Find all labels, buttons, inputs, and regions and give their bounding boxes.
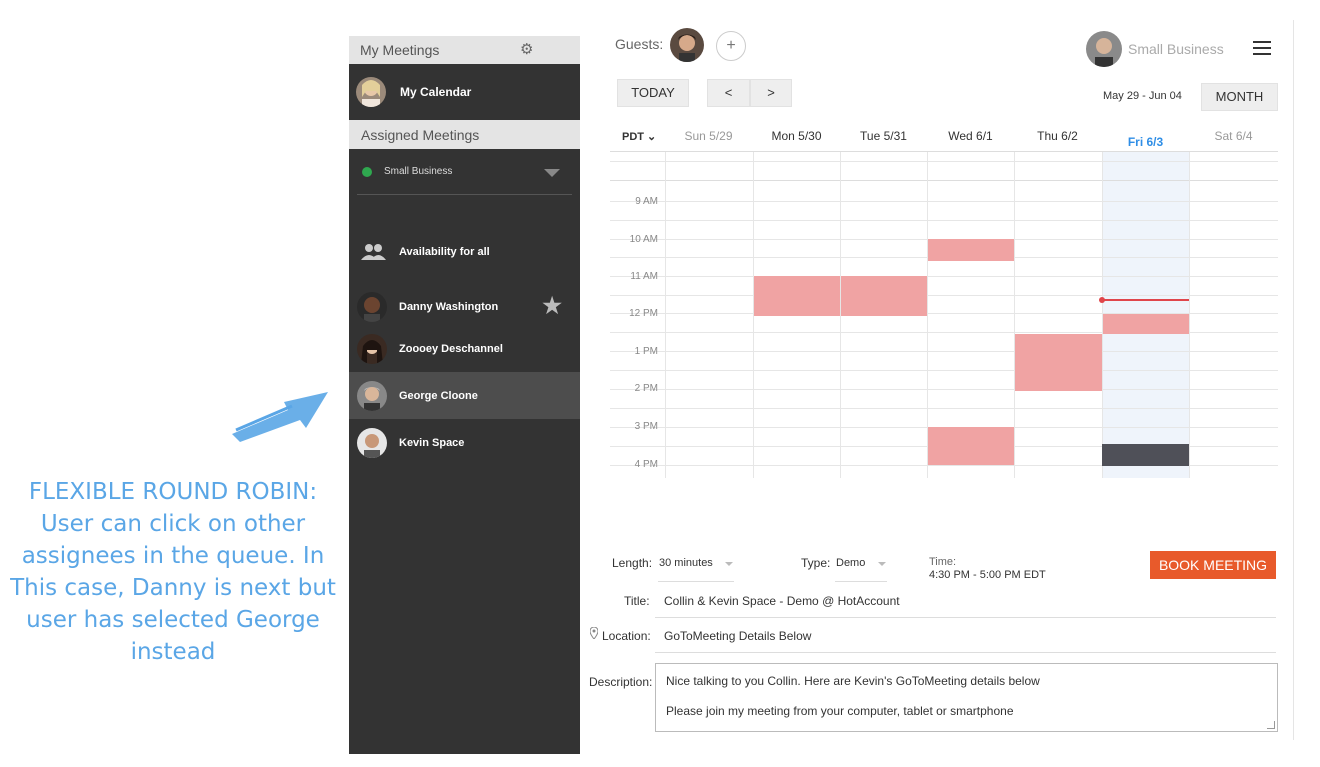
busy-block[interactable] (928, 427, 1014, 465)
busy-block[interactable] (1103, 314, 1189, 334)
description-line: Please join my meeting from your compute… (666, 704, 1014, 718)
time-label: Time: (929, 556, 957, 568)
add-guest-button[interactable]: + (716, 31, 746, 61)
day-header[interactable]: Thu 6/2 (1014, 129, 1101, 143)
location-pin-icon (590, 627, 598, 639)
day-header-row: PDT ⌄ Sun 5/29 Mon 5/30 Tue 5/31 Wed 6/1… (610, 120, 1278, 152)
month-button[interactable]: MONTH (1201, 83, 1278, 111)
today-button[interactable]: TODAY (617, 79, 689, 107)
chevron-down-icon (725, 562, 733, 566)
time-label: 12 PM (629, 308, 658, 319)
type-label: Type: (801, 556, 831, 570)
sidebar-item-availability[interactable]: Availability for all (349, 232, 580, 272)
length-select[interactable]: 30 minutes (659, 557, 713, 569)
day-header[interactable]: Sun 5/29 (665, 129, 752, 143)
day-header[interactable]: Mon 5/30 (753, 129, 840, 143)
guests-label: Guests: (615, 36, 664, 52)
status-dot (362, 166, 372, 177)
business-select-label: Small Business (384, 166, 453, 177)
star-icon[interactable]: ★ (542, 295, 562, 317)
timezone-select[interactable]: PDT ⌄ (622, 130, 656, 143)
menu-icon[interactable] (1253, 41, 1271, 55)
assigned-meetings-header: Assigned Meetings (349, 120, 580, 149)
chevron-down-icon (878, 562, 886, 566)
avatar (356, 77, 386, 107)
sidebar-item-george-cloone[interactable]: George Cloone (349, 372, 580, 419)
divider (1293, 20, 1294, 740)
calendar-grid[interactable]: 9 AM 10 AM 11 AM 12 PM 1 PM 2 PM 3 PM 4 … (610, 152, 1278, 478)
sidebar-item-label: George Cloone (399, 389, 478, 402)
gear-icon[interactable]: ⚙ (520, 42, 536, 58)
time-label: 4 PM (634, 459, 658, 470)
current-time-dot (1099, 297, 1105, 303)
time-value: 4:30 PM - 5:00 PM EDT (929, 569, 1046, 581)
account-name[interactable]: Small Business (1128, 41, 1224, 57)
title-label: Title: (624, 594, 650, 608)
day-header[interactable]: Tue 5/31 (840, 129, 927, 143)
sidebar-item-zoooey-deschannel[interactable]: Zoooey Deschannel (349, 326, 580, 372)
time-label: 10 AM (629, 234, 658, 245)
location-input[interactable]: GoToMeeting Details Below (664, 629, 811, 643)
sidebar-header: My Meetings ⚙ (349, 36, 580, 64)
busy-block[interactable] (841, 276, 927, 316)
sidebar-item-label: Availability for all (399, 246, 490, 258)
time-label: 2 PM (634, 383, 658, 394)
annotation-text: FLEXIBLE ROUND ROBIN: User can click on … (10, 479, 336, 665)
type-select[interactable]: Demo (836, 557, 865, 569)
date-range: May 29 - Jun 04 (1103, 90, 1182, 102)
description-line: Nice talking to you Collin. Here are Kev… (666, 674, 1040, 688)
time-label: 1 PM (634, 346, 658, 357)
guest-avatar[interactable] (670, 28, 704, 62)
business-select[interactable]: Small Business (357, 149, 572, 195)
title-input[interactable]: Collin & Kevin Space - Demo @ HotAccount (664, 594, 900, 608)
avatar[interactable] (1086, 31, 1122, 67)
current-time-line (1102, 299, 1189, 301)
description-textarea[interactable]: Nice talking to you Collin. Here are Kev… (655, 663, 1278, 732)
avatar (357, 380, 387, 411)
sidebar-header-label: My Meetings (360, 42, 440, 58)
day-header[interactable]: Wed 6/1 (927, 129, 1014, 143)
busy-block[interactable] (754, 276, 840, 316)
time-label: 11 AM (630, 271, 658, 282)
resize-handle[interactable] (1267, 721, 1275, 729)
book-meeting-button[interactable]: BOOK MEETING (1150, 551, 1276, 579)
annotation-arrow-icon (232, 392, 328, 442)
main-panel: Guests: + Small Business TODAY < > May 2… (580, 0, 1294, 767)
sidebar-item-label: Zoooey Deschannel (399, 343, 503, 355)
sidebar-item-label: Danny Washington (399, 301, 499, 313)
description-label: Description: (589, 675, 653, 689)
location-label: Location: (602, 629, 651, 643)
next-week-button[interactable]: > (750, 79, 792, 107)
avatar (357, 428, 387, 458)
day-header[interactable]: Sat 6/4 (1190, 129, 1277, 143)
sidebar-item-danny-washington[interactable]: Danny Washington ★ (349, 284, 580, 330)
selected-slot[interactable] (1102, 444, 1189, 466)
sidebar-item-my-calendar[interactable]: My Calendar (349, 64, 580, 120)
timezone-label: PDT (622, 131, 644, 143)
chevron-down-icon (544, 169, 560, 177)
people-icon (361, 244, 386, 260)
avatar (357, 292, 387, 322)
busy-block[interactable] (928, 239, 1014, 261)
avatar (357, 334, 387, 364)
time-label: 3 PM (634, 421, 658, 432)
sidebar-item-label: My Calendar (400, 85, 472, 99)
length-label: Length: (612, 556, 653, 570)
sidebar-item-kevin-space[interactable]: Kevin Space (349, 420, 580, 466)
sidebar: My Meetings ⚙ My Calendar Assigned Meeti… (349, 36, 580, 754)
time-label: 9 AM (635, 196, 658, 207)
sidebar-item-label: Kevin Space (399, 437, 465, 449)
prev-week-button[interactable]: < (707, 79, 750, 107)
busy-block[interactable] (1015, 334, 1102, 391)
